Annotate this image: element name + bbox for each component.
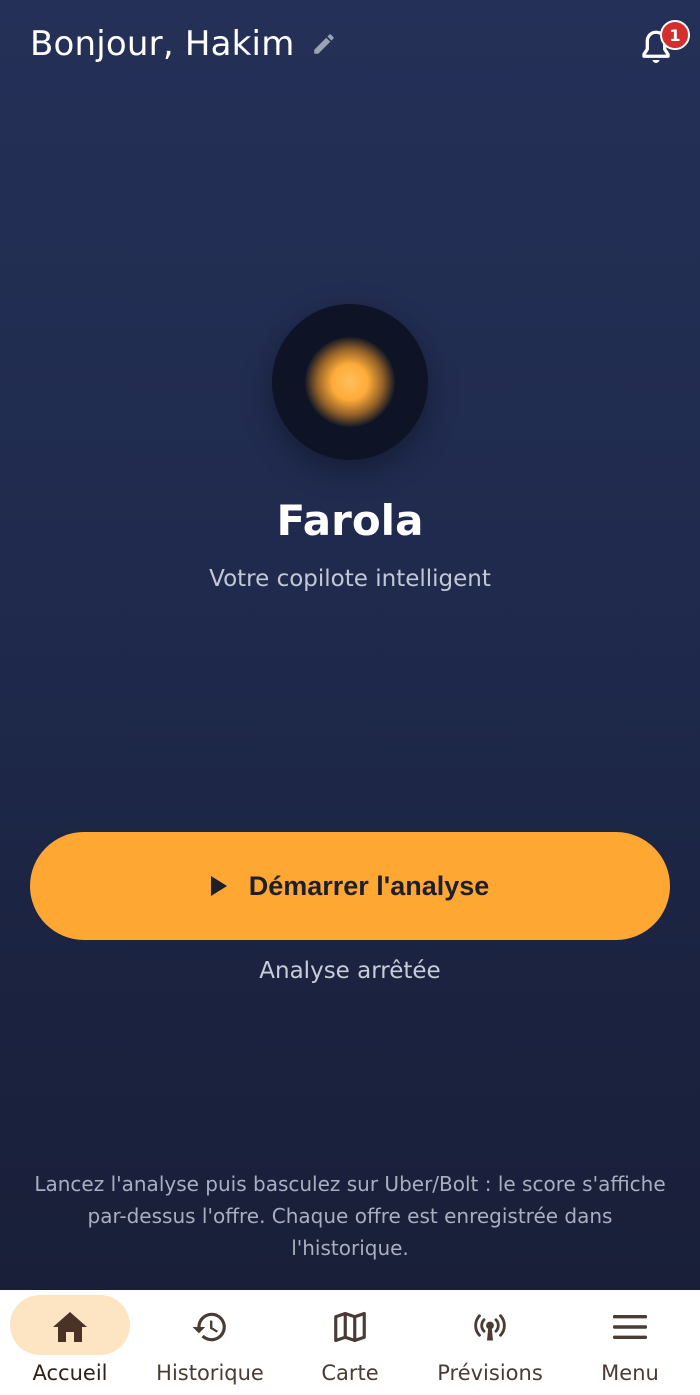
help-text: Lancez l'analyse puis basculez sur Uber/… xyxy=(34,1172,666,1260)
greeting-text: Bonjour, Hakim xyxy=(30,24,295,64)
broadcast-icon xyxy=(470,1307,510,1347)
nav-label-historique: Historique xyxy=(156,1361,264,1385)
nav-item-accueil[interactable]: Accueil xyxy=(0,1290,140,1395)
home-icon xyxy=(50,1307,90,1347)
nav-item-previsions[interactable]: Prévisions xyxy=(420,1290,560,1395)
notifications-button[interactable]: 1 xyxy=(632,20,690,72)
nav-item-historique[interactable]: Historique xyxy=(140,1290,280,1395)
analysis-status: Analyse arrêtée xyxy=(259,958,441,984)
pencil-icon[interactable] xyxy=(311,31,337,57)
bottom-navigation: Accueil Historique Carte Prévisions Menu xyxy=(0,1290,700,1395)
history-icon xyxy=(190,1307,230,1347)
notification-badge: 1 xyxy=(660,20,690,50)
start-analysis-label: Démarrer l'analyse xyxy=(248,870,490,901)
app-title: Farola xyxy=(276,496,424,545)
glowing-orb-icon xyxy=(272,304,428,460)
home-screen: Bonjour, Hakim 1 Farola Votre copilote i… xyxy=(0,0,700,1290)
play-icon xyxy=(210,876,227,896)
menu-icon xyxy=(610,1307,650,1347)
nav-item-menu[interactable]: Menu xyxy=(560,1290,700,1395)
greeting-header: Bonjour, Hakim xyxy=(30,24,337,64)
nav-label-carte: Carte xyxy=(321,1361,379,1385)
nav-label-previsions: Prévisions xyxy=(437,1361,543,1385)
nav-item-carte[interactable]: Carte xyxy=(280,1290,420,1395)
nav-label-accueil: Accueil xyxy=(32,1361,108,1385)
nav-label-menu: Menu xyxy=(601,1361,659,1385)
map-icon xyxy=(330,1307,370,1347)
start-analysis-button[interactable]: Démarrer l'analyse xyxy=(30,832,670,940)
orb-glow xyxy=(305,337,395,427)
app-subtitle: Votre copilote intelligent xyxy=(209,566,491,592)
